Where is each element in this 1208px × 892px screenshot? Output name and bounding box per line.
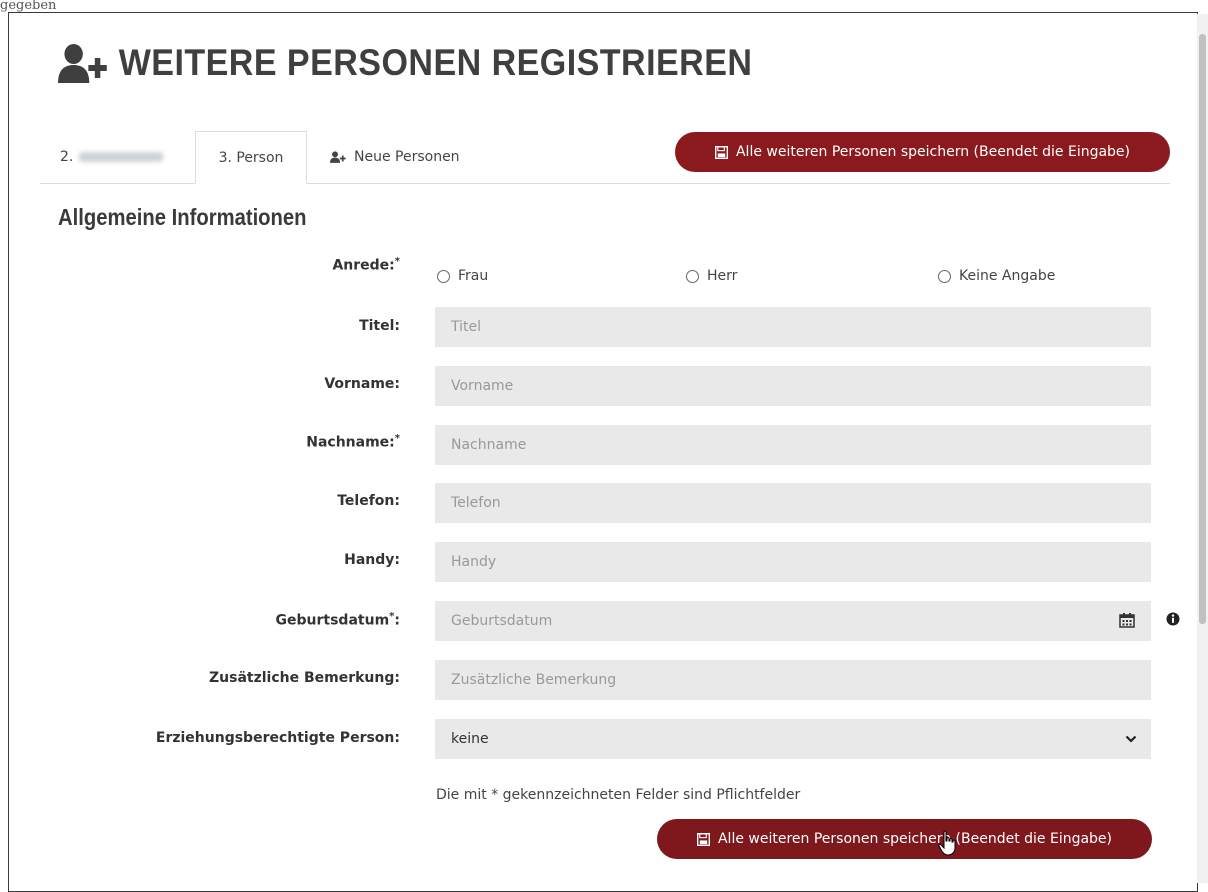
tab-new-persons[interactable]: Neue Personen — [330, 131, 500, 183]
erziehungsberechtigt-label: Erziehungsberechtigte Person: — [155, 730, 400, 746]
scrollbar-thumb[interactable] — [1199, 34, 1206, 624]
geburtsdatum-field[interactable]: Geburtsdatum — [435, 601, 1151, 641]
handy-label: Handy: — [344, 552, 400, 568]
nachname-label: Nachname:* — [306, 433, 400, 451]
save-all-button-label: Alle weiteren Personen speichern (Beende… — [735, 144, 1131, 160]
info-icon[interactable] — [1166, 612, 1180, 626]
titel-field[interactable]: Titel — [435, 307, 1151, 347]
save-all-button-bottom[interactable]: Alle weiteren Personen speichern (Beende… — [657, 819, 1152, 859]
page-title-text: WEITERE PERSONEN REGISTRIEREN — [118, 42, 753, 83]
required-fields-hint: Die mit * gekennzeichneten Felder sind P… — [436, 787, 801, 803]
geburtsdatum-label: Geburtsdatum*: — [275, 611, 400, 629]
radio-frau-circle[interactable] — [437, 269, 450, 283]
bemerkung-placeholder: Zusätzliche Bemerkung — [451, 672, 617, 688]
bemerkung-field[interactable]: Zusätzliche Bemerkung — [435, 660, 1151, 700]
tab-new-persons-label: Neue Personen — [354, 149, 460, 165]
save-disk-icon — [714, 145, 728, 159]
user-plus-icon — [330, 151, 346, 163]
titel-placeholder: Titel — [451, 319, 482, 335]
save-all-button-bottom-label: Alle weiteren Personen speichern (Beende… — [717, 831, 1113, 847]
user-plus-icon — [58, 44, 107, 83]
page-title: WEITERE PERSONEN REGISTRIEREN — [58, 36, 752, 90]
titel-label: Titel: — [359, 318, 400, 334]
tab-person-2[interactable]: 2. — [60, 131, 195, 183]
tab-person-3[interactable]: 3. Person — [195, 131, 307, 184]
tab-person-2-label: 2. — [60, 149, 74, 165]
radio-keine-angabe-circle[interactable] — [938, 269, 951, 283]
erziehungsberechtigt-value: keine — [451, 731, 489, 747]
obscured-person-name — [79, 152, 164, 162]
section-title: Allgemeine Informationen — [58, 204, 307, 230]
geburtsdatum-placeholder: Geburtsdatum — [451, 613, 553, 629]
chevron-down-icon — [1125, 735, 1137, 743]
vorname-field[interactable]: Vorname — [435, 366, 1151, 406]
radio-herr-circle[interactable] — [686, 269, 699, 283]
hand-cursor-icon — [938, 830, 956, 856]
radio-keine-angabe[interactable]: Keine Angabe — [938, 268, 1055, 284]
vorname-placeholder: Vorname — [451, 378, 514, 394]
erziehungsberechtigt-select[interactable]: keine — [435, 719, 1151, 759]
telefon-field[interactable]: Telefon — [435, 483, 1151, 523]
save-disk-icon — [696, 832, 710, 846]
radio-herr[interactable]: Herr — [686, 268, 737, 284]
handy-field[interactable]: Handy — [435, 542, 1151, 582]
calendar-icon[interactable] — [1119, 612, 1135, 628]
scrollbar[interactable] — [1197, 14, 1208, 883]
bemerkung-label: Zusätzliche Bemerkung: — [209, 670, 400, 686]
radio-frau[interactable]: Frau — [437, 268, 488, 284]
radio-keine-angabe-label: Keine Angabe — [959, 268, 1056, 284]
radio-herr-label: Herr — [707, 268, 738, 284]
tab-person-3-label: 3. Person — [218, 150, 284, 166]
nachname-placeholder: Nachname — [451, 437, 527, 453]
vorname-label: Vorname: — [324, 376, 400, 392]
handy-placeholder: Handy — [451, 554, 497, 570]
anrede-label: Anrede:* — [332, 256, 400, 274]
save-all-button-top[interactable]: Alle weiteren Personen speichern (Beende… — [675, 132, 1170, 172]
telefon-label: Telefon: — [337, 493, 400, 509]
nachname-field[interactable]: Nachname — [435, 425, 1151, 465]
telefon-placeholder: Telefon — [451, 495, 501, 511]
radio-frau-label: Frau — [458, 268, 489, 284]
